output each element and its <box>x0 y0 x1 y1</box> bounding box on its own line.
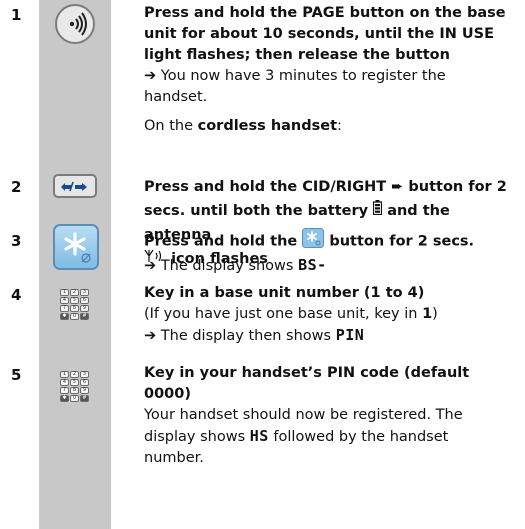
keypad-key: # <box>80 313 89 320</box>
note-bold: cordless handset <box>197 118 338 134</box>
note-prefix: On the <box>144 118 198 134</box>
step-4-text: Key in a base unit number (1 to 4) (If y… <box>144 283 519 347</box>
keypad-key: ✱ <box>60 313 69 320</box>
step-5-line-prefix: display shows <box>144 429 246 445</box>
keypad-key: 2 <box>70 289 79 296</box>
step-3-line: Press and hold the button for 2 secs. <box>144 228 519 255</box>
display-readout: PIN <box>335 326 365 344</box>
keypad-icon: 1 2 3 4 5 6 7 8 9 ✱ 0 # <box>60 289 90 321</box>
step-5-text: Key in your handset’s PIN code (default … <box>144 363 519 469</box>
step-3-line-prefix: Press and hold the <box>144 233 298 250</box>
step-3-number: 3 <box>11 232 22 250</box>
step-4-line-bold: 1 <box>422 306 433 322</box>
step-5-line: 0000) <box>144 386 191 402</box>
keypad-key: 0 <box>70 313 79 320</box>
step-5-number: 5 <box>11 366 22 384</box>
step-4-line: Key in a base unit number (1 to 4) <box>144 285 425 301</box>
keypad-key: # <box>80 395 89 402</box>
star-button-icon <box>53 224 99 270</box>
step-1-result-cont: handset. <box>144 89 208 105</box>
step-5-line: Your handset should now be registered. T… <box>144 407 463 423</box>
step-2-line-prefix: secs. until both the battery <box>144 203 369 219</box>
step-2-line: Press and hold the CID/RIGHT ➨ button fo… <box>144 179 507 195</box>
keypad-key: 1 <box>60 289 69 296</box>
keypad-key: 6 <box>80 379 89 386</box>
cordless-handset-note: On the cordless handset: <box>144 116 519 137</box>
keypad-key: 1 <box>60 371 69 378</box>
keypad-key: 8 <box>70 387 79 394</box>
step-5-line: number. <box>144 450 204 466</box>
keypad-key: 5 <box>70 379 79 386</box>
keypad-key: 2 <box>70 371 79 378</box>
display-readout: BS- <box>298 256 327 274</box>
keypad-key: 8 <box>70 305 79 312</box>
arrow-icon: ➔ <box>144 328 157 344</box>
step-1-text: Press and hold the PAGE button on the ba… <box>144 3 519 137</box>
step-5-line-suffix: followed by the handset <box>273 429 449 445</box>
keypad-key: ✱ <box>60 395 69 402</box>
keypad-key: 9 <box>80 387 89 394</box>
step-1-result-text: You now have 3 minutes to register the <box>160 68 446 84</box>
step-5-line: Key in your handset’s PIN code (default <box>144 365 470 381</box>
step-4-line-suffix: ) <box>432 306 438 322</box>
keypad-key: 4 <box>60 379 69 386</box>
step-3-result-text: The display shows <box>160 258 294 274</box>
keypad-key: 4 <box>60 297 69 304</box>
arrow-icon: ➔ <box>144 68 157 84</box>
step-1-line: light flashes; then release the button <box>144 47 450 63</box>
keypad-key: 6 <box>80 297 89 304</box>
page-button-icon <box>55 4 95 44</box>
keypad-key: 9 <box>80 305 89 312</box>
step-4-line-prefix: (If you have just one base unit, key in <box>144 306 418 322</box>
step-1-line: unit for about 10 seconds, until the IN … <box>144 26 495 42</box>
display-readout: HS <box>249 427 269 445</box>
step-5-line: display shows HS followed by the handset <box>144 426 519 448</box>
step-3-text: Press and hold the button for 2 secs. ➔ … <box>144 228 519 277</box>
step-1-number: 1 <box>11 6 22 24</box>
step-3-line-suffix: button for 2 secs. <box>329 233 475 250</box>
keypad-key: 5 <box>70 297 79 304</box>
step-4-result: ➔ The display then shows PIN <box>144 325 519 347</box>
star-button-inline-icon <box>302 228 325 255</box>
step-2-number: 2 <box>11 178 22 196</box>
step-4-number: 4 <box>11 286 22 304</box>
keypad-key: 0 <box>70 395 79 402</box>
step-1-line: Press and hold the PAGE button on the ba… <box>144 5 506 21</box>
step-4-line: (If you have just one base unit, key in … <box>144 304 519 325</box>
keypad-key: 3 <box>80 371 89 378</box>
keypad-key: 7 <box>60 305 69 312</box>
arrow-icon: ➔ <box>144 258 157 274</box>
note-suffix: : <box>337 118 342 134</box>
cid-right-button-icon <box>53 174 97 198</box>
keypad-key: 3 <box>80 289 89 296</box>
battery-icon <box>373 199 383 223</box>
keypad-icon: 1 2 3 4 5 6 7 8 9 ✱ 0 # <box>60 371 90 403</box>
step-4-result-text: The display then shows <box>160 328 332 344</box>
step-1-result: ➔ You now have 3 minutes to register the <box>144 66 519 87</box>
step-3-result: ➔ The display shows BS- <box>144 255 519 277</box>
keypad-key: 7 <box>60 387 69 394</box>
